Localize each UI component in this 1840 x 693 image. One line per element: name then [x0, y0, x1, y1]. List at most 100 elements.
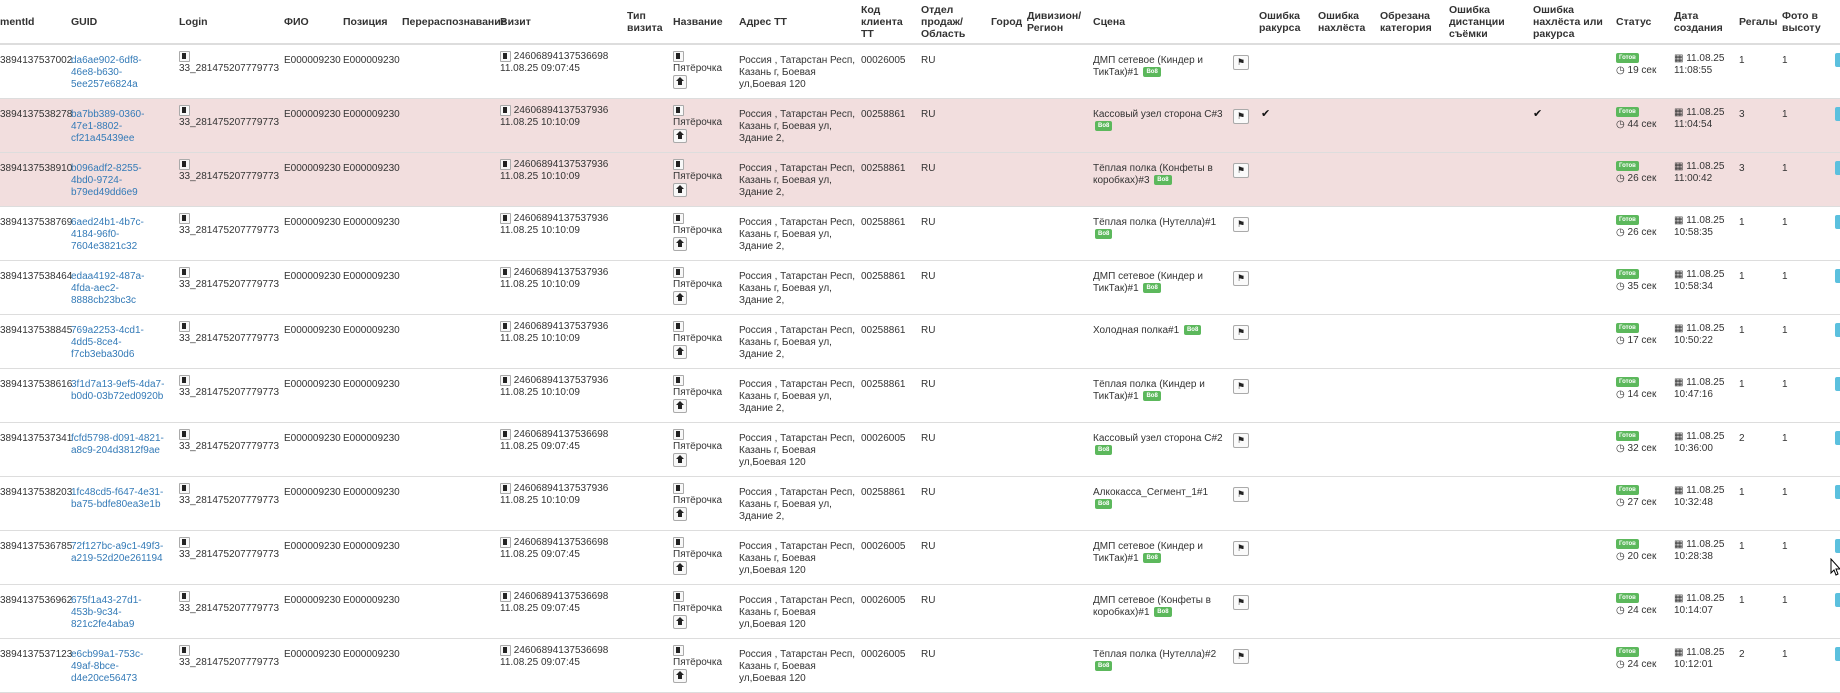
document-icon[interactable] [179, 375, 190, 386]
header-guid[interactable]: GUID [71, 0, 151, 43]
flag-button[interactable]: ⚑ [1233, 433, 1249, 448]
home-icon[interactable] [673, 507, 687, 522]
document-icon[interactable] [500, 591, 511, 602]
home-icon[interactable] [673, 669, 687, 684]
header-position[interactable]: Позиция [343, 0, 398, 43]
row-action-button[interactable] [1835, 539, 1840, 553]
header-distance-error[interactable]: Ошибка дистанции съёмки [1449, 0, 1519, 43]
header-sales-department[interactable]: Отдел продаж/ Область [921, 0, 971, 43]
document-icon[interactable] [500, 321, 511, 332]
header-cropped-category[interactable]: Обрезана категория [1380, 0, 1435, 43]
home-icon[interactable] [673, 399, 687, 414]
document-icon[interactable] [179, 267, 190, 278]
row-action-button[interactable] [1835, 647, 1840, 661]
row-action-button[interactable] [1835, 215, 1840, 229]
document-icon[interactable] [179, 105, 190, 116]
guid-link[interactable]: ba7bb389-0360-47e1-8802-cf21a45439ee [71, 109, 166, 145]
visit-link[interactable]: 24606894137536698 [514, 51, 609, 62]
document-icon[interactable] [500, 267, 511, 278]
header-status[interactable]: Статус [1616, 0, 1656, 43]
document-icon[interactable] [179, 213, 190, 224]
header-created-date[interactable]: Дата создания [1674, 0, 1724, 43]
document-icon[interactable] [673, 591, 684, 602]
row-action-button[interactable] [1835, 323, 1840, 337]
header-fio[interactable]: ФИО [284, 0, 334, 43]
document-icon[interactable] [673, 267, 684, 278]
document-icon[interactable] [673, 51, 684, 62]
guid-link[interactable]: 72f127bc-a9c1-49f3-a219-52d20e261194 [71, 541, 166, 565]
header-city[interactable]: Город [991, 0, 1031, 43]
home-icon[interactable] [673, 183, 687, 198]
header-scene[interactable]: Сцена [1093, 0, 1153, 43]
header-visit-type[interactable]: Тип визита [627, 0, 667, 43]
home-icon[interactable] [673, 75, 687, 90]
guid-link[interactable]: 1fc48cd5-f647-4e31-ba75-bdfe80ea3e1b [71, 487, 166, 511]
guid-link[interactable]: 769a2253-4cd1-4dd5-8ce4-f7cb3eba30d6 [71, 325, 166, 361]
visit-link[interactable]: 24606894137537936 [514, 159, 609, 170]
visit-link[interactable]: 24606894137537936 [514, 267, 609, 278]
document-icon[interactable] [673, 537, 684, 548]
document-icon[interactable] [179, 429, 190, 440]
document-icon[interactable] [673, 105, 684, 116]
document-icon[interactable] [179, 51, 190, 62]
row-action-button[interactable] [1835, 431, 1840, 445]
header-division[interactable]: Дивизион/ Регион [1027, 0, 1087, 43]
flag-button[interactable]: ⚑ [1233, 649, 1249, 664]
guid-link[interactable]: b096adf2-8255-4bd0-9724-b79ed49dd6e9 [71, 163, 166, 199]
visit-link[interactable]: 24606894137537936 [514, 321, 609, 332]
home-icon[interactable] [673, 129, 687, 144]
header-client-code[interactable]: Код клиента ТТ [861, 0, 916, 43]
document-icon[interactable] [673, 429, 684, 440]
document-icon[interactable] [179, 159, 190, 170]
guid-link[interactable]: 3f1d7a13-9ef5-4da7-b0d0-03b72ed0920b [71, 379, 166, 403]
home-icon[interactable] [673, 291, 687, 306]
row-action-button[interactable] [1835, 53, 1840, 67]
home-icon[interactable] [673, 453, 687, 468]
document-icon[interactable] [500, 213, 511, 224]
header-overlap-error[interactable]: Ошибка нахлёста [1318, 0, 1373, 43]
document-icon[interactable] [179, 321, 190, 332]
flag-button[interactable]: ⚑ [1233, 271, 1249, 286]
row-action-button[interactable] [1835, 161, 1840, 175]
flag-button[interactable]: ⚑ [1233, 217, 1249, 232]
header-name[interactable]: Название [673, 0, 733, 43]
document-icon[interactable] [673, 375, 684, 386]
flag-button[interactable]: ⚑ [1233, 595, 1249, 610]
flag-button[interactable]: ⚑ [1233, 487, 1249, 502]
visit-link[interactable]: 24606894137536698 [514, 537, 609, 548]
flag-button[interactable]: ⚑ [1233, 55, 1249, 70]
flag-button[interactable]: ⚑ [1233, 541, 1249, 556]
home-icon[interactable] [673, 561, 687, 576]
header-ment-id[interactable]: mentId [0, 0, 68, 43]
row-action-button[interactable] [1835, 485, 1840, 499]
document-icon[interactable] [673, 483, 684, 494]
header-regals[interactable]: Регалы [1739, 0, 1779, 43]
document-icon[interactable] [179, 645, 190, 656]
header-photo-height[interactable]: Фото в высоту [1782, 0, 1832, 43]
document-icon[interactable] [179, 483, 190, 494]
document-icon[interactable] [673, 159, 684, 170]
header-login[interactable]: Login [179, 0, 259, 43]
document-icon[interactable] [179, 537, 190, 548]
document-icon[interactable] [673, 213, 684, 224]
document-icon[interactable] [500, 105, 511, 116]
flag-button[interactable]: ⚑ [1233, 163, 1249, 178]
row-action-button[interactable] [1835, 107, 1840, 121]
header-overlap-or-angle-error[interactable]: Ошибка нахлёста или ракурса [1533, 0, 1618, 43]
header-angle-error[interactable]: Ошибка ракурса [1259, 0, 1309, 43]
document-icon[interactable] [500, 483, 511, 494]
document-icon[interactable] [500, 645, 511, 656]
document-icon[interactable] [673, 321, 684, 332]
home-icon[interactable] [673, 345, 687, 360]
guid-link[interactable]: 675f1a43-27d1-453b-9c34-821c2fe4aba9 [71, 595, 166, 631]
document-icon[interactable] [500, 51, 511, 62]
flag-button[interactable]: ⚑ [1233, 325, 1249, 340]
visit-link[interactable]: 24606894137537936 [514, 375, 609, 386]
document-icon[interactable] [500, 429, 511, 440]
guid-link[interactable]: fcfd5798-d091-4821-a8c9-204d3812f9ae [71, 433, 166, 457]
visit-link[interactable]: 24606894137536698 [514, 591, 609, 602]
header-address[interactable]: Адрес ТТ [739, 0, 829, 43]
document-icon[interactable] [500, 537, 511, 548]
guid-link[interactable]: e6cb99a1-753c-49af-8bce-d4e20ce56473 [71, 649, 166, 685]
flag-button[interactable]: ⚑ [1233, 379, 1249, 394]
